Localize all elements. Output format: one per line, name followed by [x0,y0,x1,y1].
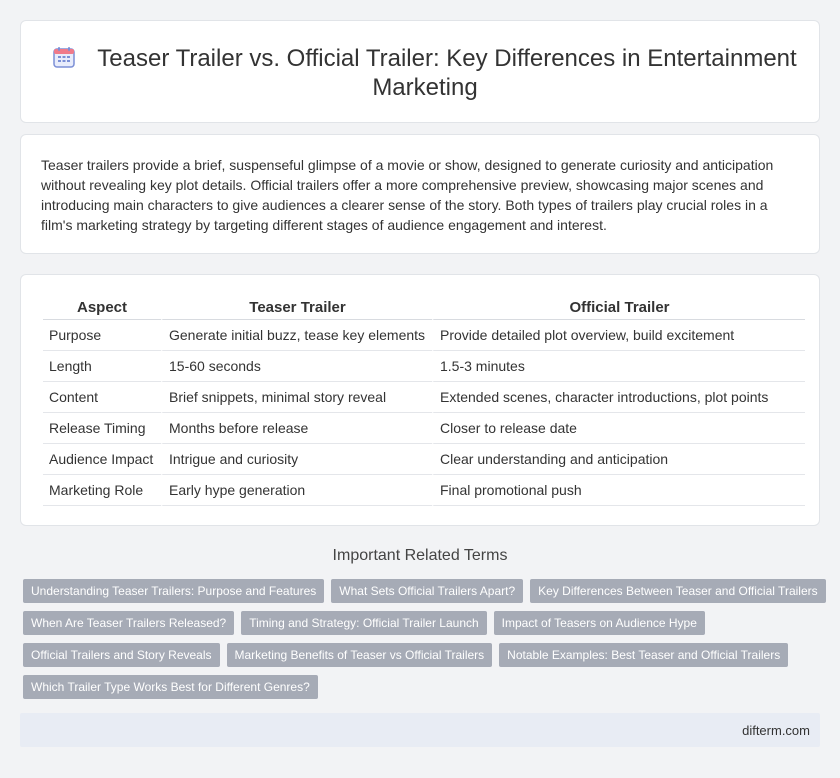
related-term-link[interactable]: Marketing Benefits of Teaser vs Official… [226,643,493,667]
related-term-link[interactable]: What Sets Official Trailers Apart? [331,579,524,603]
cell-aspect: Content [43,382,161,413]
comparison-table: Aspect Teaser Trailer Official Trailer P… [43,297,805,506]
cell-teaser: 15-60 seconds [161,351,432,382]
cell-official: Extended scenes, character introductions… [432,382,805,413]
calendar-icon [53,47,76,68]
footer-site-link[interactable]: difterm.com [742,723,810,738]
cell-aspect: Release Timing [43,413,161,444]
related-term-link[interactable]: Understanding Teaser Trailers: Purpose a… [23,579,325,603]
intro-paragraph: Teaser trailers provide a brief, suspens… [41,157,774,233]
intro-card: Teaser trailers provide a brief, suspens… [20,134,820,254]
table-row: Marketing Role Early hype generation Fin… [43,475,805,506]
cell-teaser: Generate initial buzz, tease key element… [161,320,432,351]
header-aspect: Aspect [43,297,161,320]
cell-official: Closer to release date [432,413,805,444]
table-row: Content Brief snippets, minimal story re… [43,382,805,413]
related-term-link[interactable]: Notable Examples: Best Teaser and Offici… [499,643,789,667]
table-row: Purpose Generate initial buzz, tease key… [43,320,805,351]
related-terms-heading: Important Related Terms [332,547,508,564]
cell-teaser: Brief snippets, minimal story reveal [161,382,432,413]
related-term-link[interactable]: Which Trailer Type Works Best for Differ… [23,675,318,699]
header-official: Official Trailer [432,297,805,320]
cell-official: Clear understanding and anticipation [432,444,805,475]
cell-official: Provide detailed plot overview, build ex… [432,320,805,351]
related-term-link[interactable]: Impact of Teasers on Audience Hype [493,611,705,635]
cell-aspect: Purpose [43,320,161,351]
related-term-link[interactable]: Timing and Strategy: Official Trailer La… [241,611,487,635]
related-term-link[interactable]: Key Differences Between Teaser and Offic… [530,579,826,603]
cell-teaser: Early hype generation [161,475,432,506]
related-term-link[interactable]: When Are Teaser Trailers Released? [23,611,235,635]
cell-aspect: Audience Impact [43,444,161,475]
comparison-table-card: Aspect Teaser Trailer Official Trailer P… [20,274,820,526]
table-header-row: Aspect Teaser Trailer Official Trailer [43,297,805,320]
table-row: Audience Impact Intrigue and curiosity C… [43,444,805,475]
cell-aspect: Marketing Role [43,475,161,506]
page-title-wrap: Teaser Trailer vs. Official Trailer: Key… [51,44,799,102]
cell-official: Final promotional push [432,475,805,506]
cell-teaser: Months before release [161,413,432,444]
tag-row: Understanding Teaser Trailers: Purpose a… [23,579,826,611]
tag-row: When Are Teaser Trailers Released? Timin… [23,611,823,643]
tag-row: Official Trailers and Story Reveals Mark… [23,643,823,675]
title-card: Teaser Trailer vs. Official Trailer: Key… [20,20,820,123]
page-title: Teaser Trailer vs. Official Trailer: Key… [97,45,797,101]
tag-row: Which Trailer Type Works Best for Differ… [23,675,823,707]
cell-official: 1.5-3 minutes [432,351,805,382]
cell-teaser: Intrigue and curiosity [161,444,432,475]
table-row: Length 15-60 seconds 1.5-3 minutes [43,351,805,382]
related-term-link[interactable]: Official Trailers and Story Reveals [23,643,220,667]
header-teaser: Teaser Trailer [161,297,432,320]
cell-aspect: Length [43,351,161,382]
footer: difterm.com [20,713,820,747]
table-row: Release Timing Months before release Clo… [43,413,805,444]
related-terms-tags: Understanding Teaser Trailers: Purpose a… [23,579,826,707]
